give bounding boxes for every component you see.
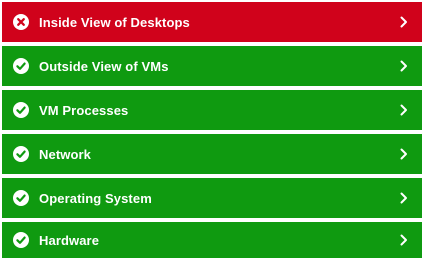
check-row-vm-processes[interactable]: VM Processes	[2, 90, 422, 130]
check-circle-icon	[13, 58, 29, 74]
chevron-right-icon	[398, 16, 410, 28]
check-circle-icon	[13, 232, 29, 248]
check-label: Hardware	[39, 232, 100, 248]
check-row-hardware[interactable]: Hardware	[2, 222, 422, 258]
check-circle-icon	[13, 102, 29, 118]
chevron-right-icon	[398, 234, 410, 246]
check-circle-icon	[13, 190, 29, 206]
health-check-list: Inside View of Desktops Outside View of …	[0, 0, 424, 258]
chevron-right-icon	[398, 192, 410, 204]
check-label: VM Processes	[39, 102, 129, 118]
check-label: Inside View of Desktops	[39, 14, 190, 30]
chevron-right-icon	[398, 104, 410, 116]
x-circle-icon	[13, 14, 29, 30]
check-row-inside-view-of-desktops[interactable]: Inside View of Desktops	[2, 2, 422, 42]
check-row-network[interactable]: Network	[2, 134, 422, 174]
check-circle-icon	[13, 146, 29, 162]
check-label: Network	[39, 146, 91, 162]
chevron-right-icon	[398, 60, 410, 72]
check-row-operating-system[interactable]: Operating System	[2, 178, 422, 218]
check-label: Operating System	[39, 190, 152, 206]
check-row-outside-view-of-vms[interactable]: Outside View of VMs	[2, 46, 422, 86]
check-label: Outside View of VMs	[39, 58, 169, 74]
chevron-right-icon	[398, 148, 410, 160]
